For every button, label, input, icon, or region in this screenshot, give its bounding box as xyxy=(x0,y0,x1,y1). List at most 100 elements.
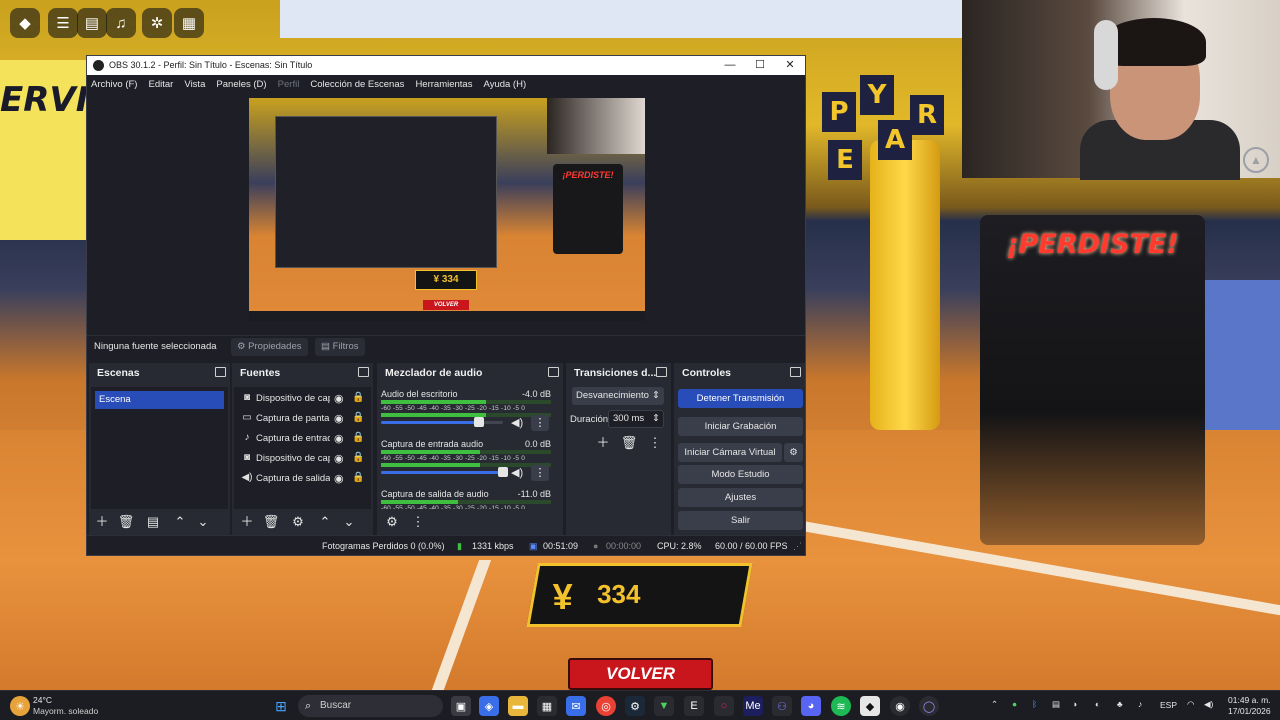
lock-icon[interactable]: 🔒 xyxy=(352,412,364,423)
fan-icon[interactable]: ✲ xyxy=(142,8,172,38)
trash-icon[interactable]: 🗑 xyxy=(262,514,280,530)
clock-date[interactable]: 17/01/2026 xyxy=(1228,706,1271,716)
volume-slider[interactable] xyxy=(381,467,508,477)
language-indicator[interactable]: ESP xyxy=(1160,700,1177,710)
clock-time[interactable]: 01:49 a. m. xyxy=(1228,695,1271,705)
maximize-icon[interactable]: ☐ xyxy=(745,56,775,75)
kebab-menu-icon[interactable]: ⋮ xyxy=(531,465,549,481)
resize-grip-icon[interactable]: ⋰ xyxy=(793,536,802,556)
source-item[interactable]: ◙ Dispositivo de captura de video ◉ 🔒 xyxy=(234,449,371,469)
nvidia-icon[interactable]: ▼ xyxy=(654,696,674,716)
kebab-menu-icon[interactable]: ⋮ xyxy=(409,514,427,530)
close-icon[interactable]: ✕ xyxy=(775,56,805,75)
minimize-icon[interactable]: — xyxy=(715,56,745,75)
lock-icon[interactable]: 🔒 xyxy=(352,452,364,463)
properties-button[interactable]: ⚙ Propiedades xyxy=(231,338,308,356)
mail-icon[interactable]: ✉ xyxy=(566,696,586,716)
speaker-icon[interactable]: ◀) xyxy=(511,416,523,429)
filters-button[interactable]: ▤ Filtros xyxy=(315,338,365,356)
calendar-icon[interactable]: ▦ xyxy=(174,8,204,38)
duration-input[interactable]: 300 ms ⇕ xyxy=(608,410,664,428)
eye-icon[interactable]: ◉ xyxy=(334,472,344,485)
trash-icon[interactable]: 🗑 xyxy=(620,435,638,451)
menu-ayuda[interactable]: Ayuda (H) xyxy=(480,75,531,94)
chevron-down-icon[interactable]: ⌄ xyxy=(194,514,212,530)
roblox-icon[interactable]: ◆ xyxy=(860,696,880,716)
exit-button[interactable]: Salir xyxy=(678,511,803,530)
tray-app-icon[interactable]: ♣ xyxy=(1117,699,1123,709)
eye-icon[interactable]: ◉ xyxy=(334,432,344,445)
menu-herramientas[interactable]: Herramientas xyxy=(411,75,476,94)
wifi-icon[interactable]: ◠ xyxy=(1187,699,1194,710)
transition-select[interactable]: Desvanecimiento ⇕ xyxy=(572,387,664,405)
menu-perfil[interactable]: Perfil xyxy=(274,75,304,94)
media-encoder-icon[interactable]: Me xyxy=(743,696,763,716)
source-item[interactable]: ♪ Captura de entrada de audio ◉ 🔒 xyxy=(234,429,371,449)
epic-games-icon[interactable]: E xyxy=(684,696,704,716)
menu-paneles[interactable]: Paneles (D) xyxy=(212,75,270,94)
undock-icon[interactable] xyxy=(790,367,801,377)
trash-icon[interactable]: 🗑 xyxy=(117,514,135,530)
studio-mode-button[interactable]: Modo Estudio xyxy=(678,465,803,484)
add-icon[interactable]: ＋ xyxy=(93,514,111,530)
chevron-up-icon[interactable]: ⌃ xyxy=(991,699,998,710)
chevron-down-icon[interactable]: ⌄ xyxy=(340,514,358,530)
tray-app-icon[interactable]: ● xyxy=(1012,699,1017,709)
gear-icon[interactable]: ⚙ xyxy=(383,514,401,530)
undock-icon[interactable] xyxy=(656,367,667,377)
menu-editar[interactable]: Editar xyxy=(145,75,178,94)
bluetooth-icon[interactable]: ᛒ xyxy=(1032,699,1037,709)
roblox-logo-icon[interactable]: ◆ xyxy=(10,8,40,38)
virtual-camera-settings-icon[interactable]: ⚙ xyxy=(784,443,803,462)
spinner-icon[interactable]: ⇕ xyxy=(652,411,660,427)
tray-app-icon[interactable]: ◑ xyxy=(1072,699,1077,709)
settings-button[interactable]: Ajustes xyxy=(678,488,803,507)
headset-icon[interactable]: ♫ xyxy=(106,8,136,38)
spotify-icon[interactable]: ≋ xyxy=(831,696,851,716)
stream-preview[interactable]: ¡PERDISTE! ¥ 334 VOLVER xyxy=(249,98,645,321)
volume-icon[interactable]: ◀) xyxy=(1204,699,1213,710)
source-item[interactable]: ◀) Captura de salida de audio ◉ 🔒 xyxy=(234,469,371,489)
discord-icon[interactable]: ◕ xyxy=(801,696,821,716)
menu-coleccion[interactable]: Colección de Escenas xyxy=(306,75,408,94)
eye-icon[interactable]: ◉ xyxy=(334,452,344,465)
menu-icon[interactable]: ☰ xyxy=(48,8,78,38)
scene-item[interactable]: Escena xyxy=(95,391,224,409)
chrome-icon[interactable]: ◎ xyxy=(596,696,616,716)
lock-icon[interactable]: 🔒 xyxy=(352,472,364,483)
tray-app-icon[interactable]: ◐ xyxy=(1095,699,1100,709)
microphone-icon[interactable]: ♪ xyxy=(1138,699,1142,709)
weather-icon[interactable]: ☀ xyxy=(10,696,30,716)
menu-vista[interactable]: Vista xyxy=(180,75,209,94)
source-item[interactable]: ◙ Dispositivo de captura de video ◉ 🔒 xyxy=(234,389,371,409)
copilot-icon[interactable]: ◈ xyxy=(479,696,499,716)
file-explorer-icon[interactable]: ▬ xyxy=(508,696,528,716)
volume-knob[interactable] xyxy=(498,467,508,477)
source-item[interactable]: ▭ Captura de pantalla ◉ 🔒 xyxy=(234,409,371,429)
app-icon[interactable]: ◯ xyxy=(919,696,939,716)
start-virtual-camera-button[interactable]: Iniciar Cámara Virtual xyxy=(678,443,782,462)
volume-slider[interactable] xyxy=(381,417,503,427)
back-button[interactable]: VOLVER xyxy=(568,658,713,690)
add-icon[interactable]: ＋ xyxy=(238,514,256,530)
store-icon[interactable]: ▦ xyxy=(537,696,557,716)
steam-icon[interactable]: ⚙ xyxy=(625,696,645,716)
volume-knob[interactable] xyxy=(473,417,484,427)
speaker-icon[interactable]: ◀) xyxy=(511,466,523,479)
lock-icon[interactable]: 🔒 xyxy=(352,432,364,443)
chevron-up-icon[interactable]: ⌃ xyxy=(316,514,334,530)
stop-streaming-button[interactable]: Detener Transmisión xyxy=(678,389,803,408)
undock-icon[interactable] xyxy=(548,367,559,377)
filter-icon[interactable]: ▤ xyxy=(144,514,162,530)
undock-icon[interactable] xyxy=(358,367,369,377)
add-icon[interactable]: ＋ xyxy=(594,435,612,451)
kebab-menu-icon[interactable]: ⋮ xyxy=(531,415,549,431)
kebab-menu-icon[interactable]: ⋮ xyxy=(646,435,664,451)
opera-icon[interactable]: ○ xyxy=(714,696,734,716)
task-view-icon[interactable]: ▣ xyxy=(451,696,471,716)
obs-titlebar[interactable]: OBS 30.1.2 - Perfil: Sin Título - Escena… xyxy=(87,56,805,75)
lock-icon[interactable]: 🔒 xyxy=(352,392,364,403)
gear-icon[interactable]: ⚙ xyxy=(289,514,307,530)
search-input[interactable]: ⌕ Buscar xyxy=(298,695,443,717)
obs-icon[interactable]: ◉ xyxy=(890,696,910,716)
